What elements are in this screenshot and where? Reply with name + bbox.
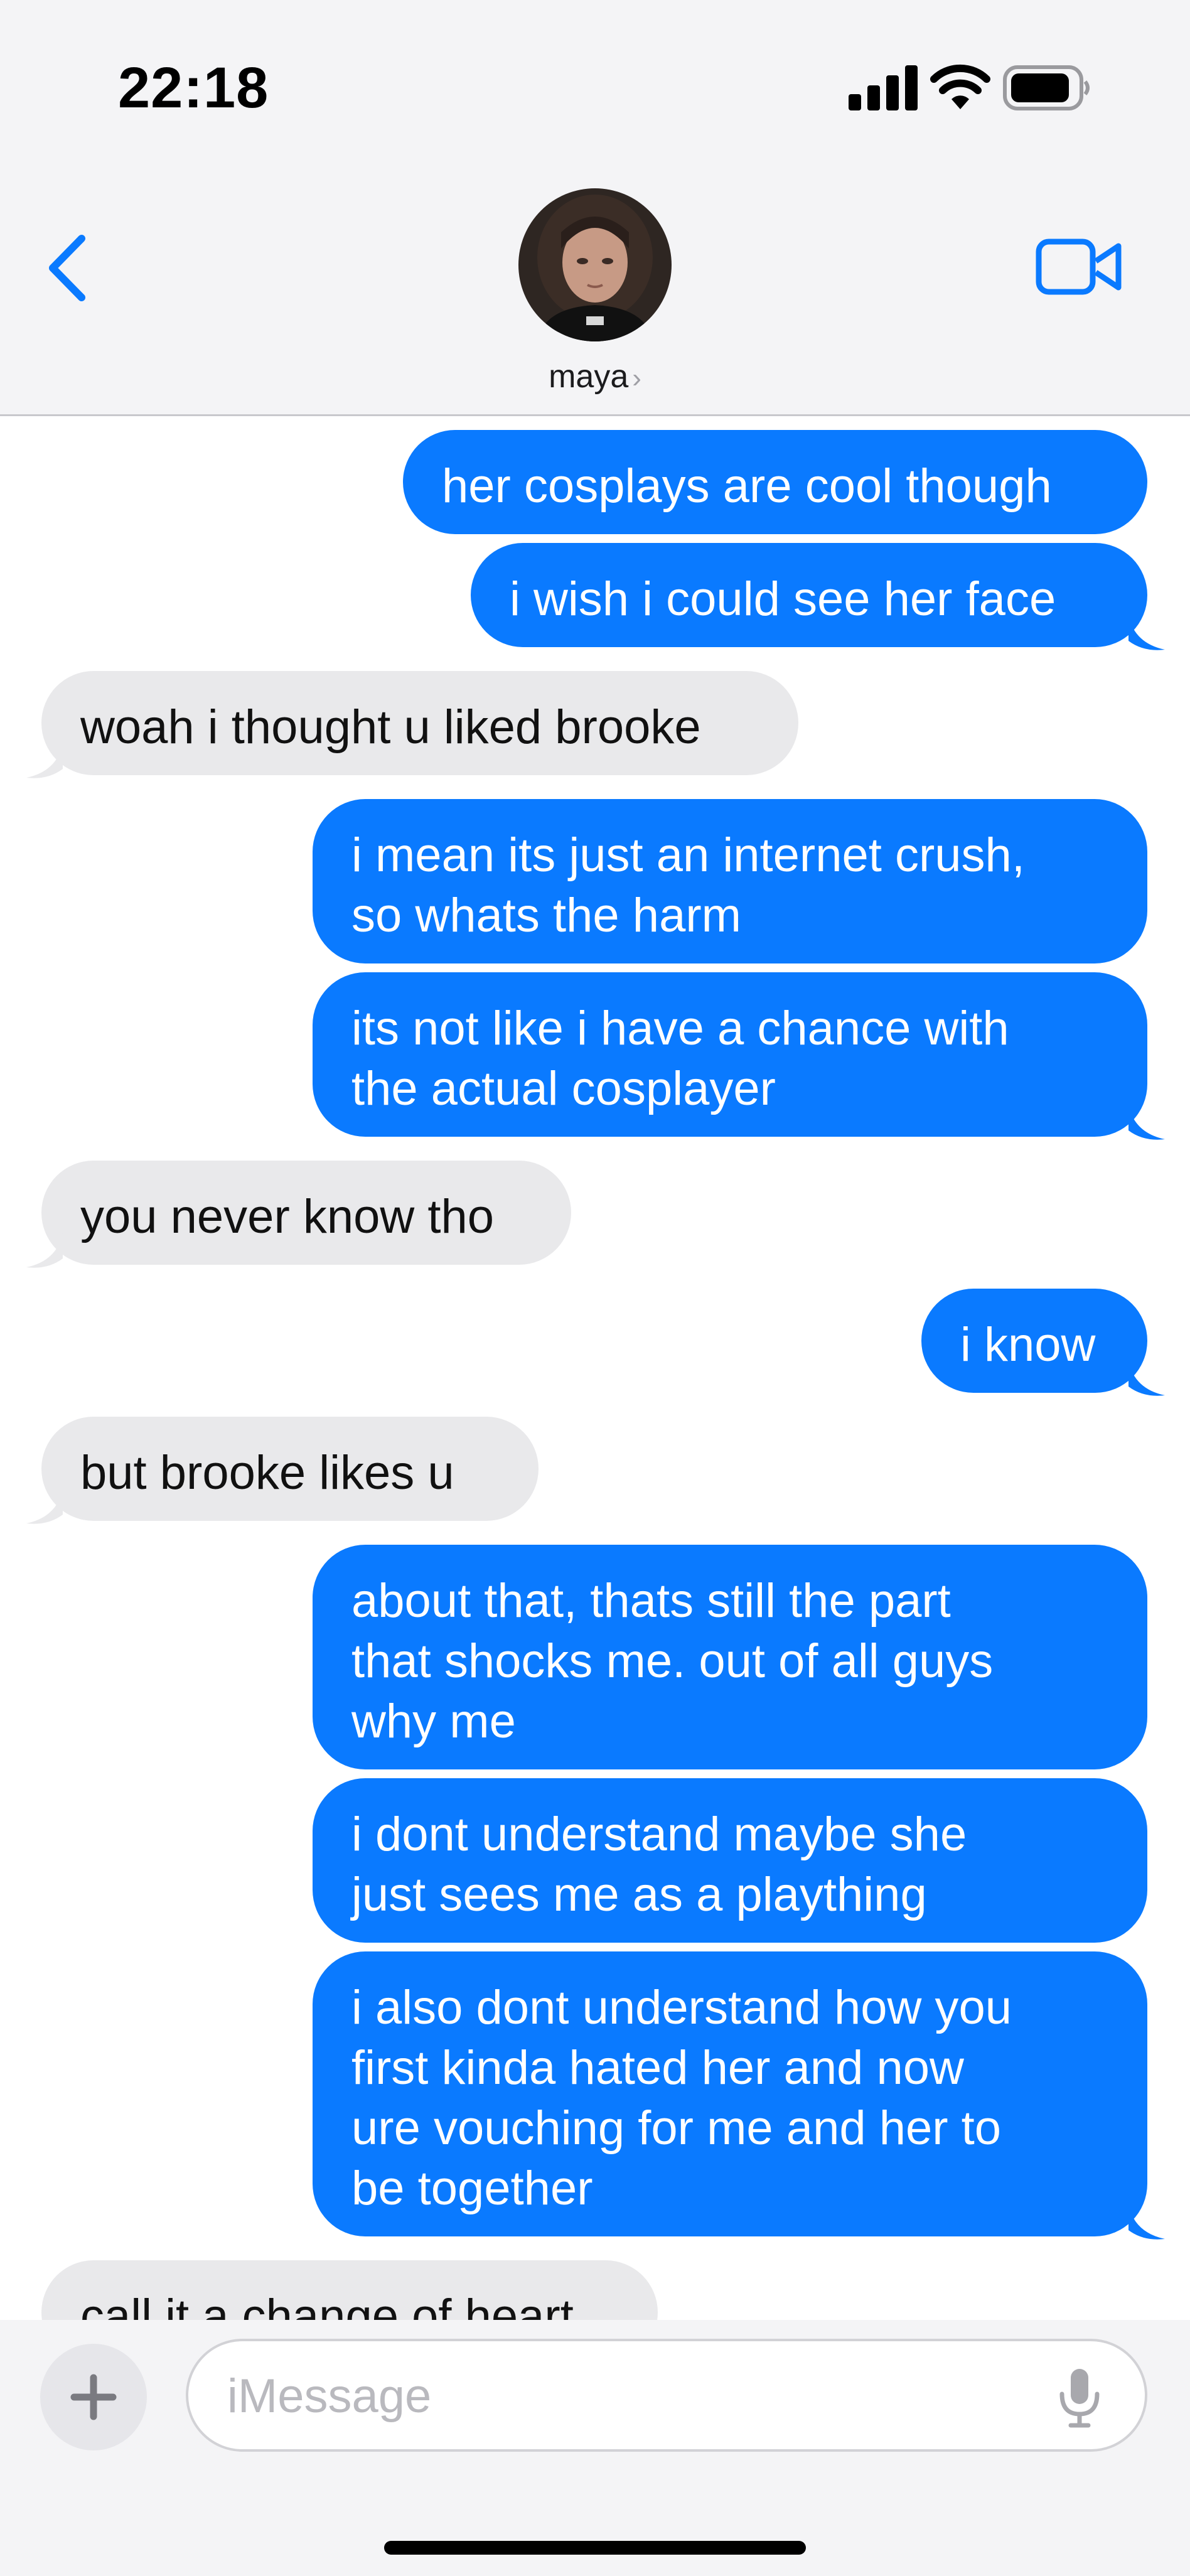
message-bubble-outgoing[interactable]: i know	[921, 1289, 1147, 1393]
bubble-tail	[1128, 2205, 1165, 2240]
message-bubble-incoming[interactable]: call it a change of heart	[41, 2260, 658, 2320]
status-bar: 22:18	[0, 0, 1190, 176]
signal-icon	[849, 65, 918, 110]
message-bubble-outgoing[interactable]: i dont understand maybe she just sees me…	[313, 1778, 1147, 1943]
avatar-image	[518, 188, 672, 341]
message-input-field[interactable]	[186, 2339, 1147, 2452]
chevron-right-icon: ›	[632, 363, 641, 394]
message-bubble-outgoing[interactable]: her cosplays are cool though	[403, 430, 1147, 534]
message-thread[interactable]: her cosplays are cool though i wish i co…	[0, 416, 1190, 2320]
wifi-icon	[930, 64, 990, 109]
plus-icon	[70, 2374, 117, 2420]
message-bubble-incoming[interactable]: but brooke likes u	[41, 1417, 539, 1521]
message-bubble-incoming[interactable]: you never know tho	[41, 1161, 571, 1265]
message-bubble-outgoing[interactable]: i wish i could see her face	[471, 543, 1147, 647]
message-input[interactable]	[226, 2341, 1044, 2450]
bubble-tail	[1128, 616, 1165, 650]
bubble-tail	[1128, 1105, 1165, 1140]
message-bubble-outgoing[interactable]: about that, thats still the part that sh…	[313, 1545, 1147, 1769]
avatar[interactable]	[518, 188, 672, 341]
status-time: 22:18	[118, 56, 269, 120]
bubble-tail	[26, 1489, 63, 1524]
bubble-tail	[26, 1233, 63, 1268]
message-bubble-outgoing[interactable]: i also dont understand how you first kin…	[313, 1951, 1147, 2236]
message-bubble-incoming[interactable]: woah i thought u liked brooke	[41, 671, 798, 775]
message-bubble-outgoing[interactable]: i mean its just an internet crush, so wh…	[313, 799, 1147, 963]
bubble-tail	[1128, 1361, 1165, 1396]
video-camera-icon[interactable]	[1036, 239, 1123, 295]
contact-name[interactable]: maya ›	[0, 358, 1190, 395]
home-indicator[interactable]	[384, 2541, 806, 2555]
chevron-left-icon[interactable]	[45, 233, 89, 303]
add-attachment-button[interactable]	[40, 2344, 147, 2450]
conversation-header: maya ›	[0, 176, 1190, 416]
battery-icon	[1003, 65, 1090, 110]
message-bubble-outgoing[interactable]: its not like i have a chance with the ac…	[313, 972, 1147, 1137]
bubble-tail	[26, 744, 63, 778]
microphone-icon[interactable]	[1054, 2366, 1105, 2429]
contact-name-label: maya	[549, 358, 629, 395]
compose-bar	[0, 2320, 1190, 2576]
